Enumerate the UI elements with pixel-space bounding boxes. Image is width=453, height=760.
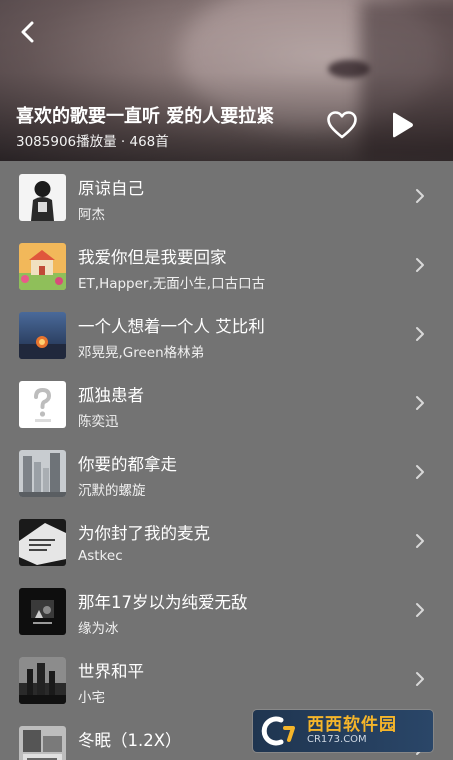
chevron-right-icon bbox=[416, 327, 424, 341]
play-all-button[interactable] bbox=[386, 109, 418, 141]
song-row[interactable]: 那年17岁以为纯爱无敌 缘为冰 bbox=[0, 575, 453, 644]
song-artist: 陈奕迅 bbox=[78, 414, 119, 430]
song-artist: 邓晃晃,Green格林弟 bbox=[78, 345, 205, 361]
site-watermark: 西西软件园 CR173.COM bbox=[253, 710, 433, 752]
song-row[interactable]: 世界和平 小宅 bbox=[0, 644, 453, 713]
playlist-header: 喜欢的歌要一直听 爱的人要拉紧 3085906播放量 · 468首 bbox=[0, 0, 453, 161]
chevron-right-icon bbox=[416, 534, 424, 548]
song-row[interactable]: 我爱你但是我要回家 ET,Happer,无面小生,口古口古 bbox=[0, 230, 453, 299]
song-row[interactable]: 孤独患者 陈奕迅 bbox=[0, 368, 453, 437]
song-title: 孤独患者 bbox=[78, 386, 144, 405]
watermark-sub: CR173.COM bbox=[307, 734, 367, 745]
play-count: 3085906播放量 bbox=[16, 134, 117, 150]
meta-separator: · bbox=[116, 134, 130, 150]
watermark-text: 西西软件园 CR173.COM bbox=[307, 716, 397, 746]
song-artist: Astkec bbox=[78, 548, 123, 564]
playlist-meta: 3085906播放量 · 468首 bbox=[16, 130, 169, 150]
chevron-right-icon bbox=[416, 465, 424, 479]
song-title: 那年17岁以为纯爱无敌 bbox=[78, 593, 248, 612]
song-cover bbox=[19, 519, 66, 566]
chevron-right-icon bbox=[416, 396, 424, 410]
song-cover bbox=[19, 174, 66, 221]
watermark-logo-icon bbox=[261, 716, 295, 746]
song-row[interactable]: 为你封了我的麦克 Astkec bbox=[0, 506, 453, 575]
song-cover bbox=[19, 588, 66, 635]
song-cover bbox=[19, 312, 66, 359]
song-row[interactable]: 你要的都拿走 沉默的螺旋 bbox=[0, 437, 453, 506]
song-cover bbox=[19, 657, 66, 704]
song-cover bbox=[19, 450, 66, 497]
chevron-right-icon bbox=[416, 189, 424, 203]
back-arrow-icon bbox=[21, 21, 34, 43]
song-artist: 缘为冰 bbox=[78, 621, 119, 637]
song-list: 原谅自己 阿杰 我爱你但是我要回家 ET,Happer,无面小生,口古口古 一个… bbox=[0, 161, 453, 760]
song-artist: ET,Happer,无面小生,口古口古 bbox=[78, 276, 266, 292]
song-row[interactable]: 一个人想着一个人 艾比利 邓晃晃,Green格林弟 bbox=[0, 299, 453, 368]
watermark-main: 西西软件园 bbox=[307, 715, 397, 735]
song-row[interactable]: 原谅自己 阿杰 bbox=[0, 161, 453, 230]
chevron-right-icon bbox=[416, 672, 424, 686]
track-count: 468首 bbox=[129, 134, 169, 150]
song-cover bbox=[19, 243, 66, 290]
song-title: 你要的都拿走 bbox=[78, 455, 177, 474]
song-title: 冬眠（1.2X） bbox=[78, 731, 182, 750]
song-artist: 阿杰 bbox=[78, 207, 105, 223]
song-title: 为你封了我的麦克 bbox=[78, 524, 210, 543]
song-artist: 小宅 bbox=[78, 690, 105, 706]
song-cover bbox=[19, 381, 66, 428]
song-cover bbox=[19, 726, 66, 760]
favorite-button[interactable] bbox=[324, 108, 360, 142]
play-icon bbox=[393, 112, 413, 138]
playlist-title: 喜欢的歌要一直听 爱的人要拉紧 bbox=[16, 106, 275, 127]
song-artist: 沉默的螺旋 bbox=[78, 483, 146, 499]
chevron-right-icon bbox=[416, 258, 424, 272]
song-title: 原谅自己 bbox=[78, 179, 144, 198]
song-title: 我爱你但是我要回家 bbox=[78, 248, 227, 267]
song-title: 世界和平 bbox=[78, 662, 144, 681]
back-button[interactable] bbox=[14, 18, 42, 46]
heart-outline-icon bbox=[327, 111, 357, 139]
chevron-right-icon bbox=[416, 603, 424, 617]
song-title: 一个人想着一个人 艾比利 bbox=[78, 317, 265, 336]
